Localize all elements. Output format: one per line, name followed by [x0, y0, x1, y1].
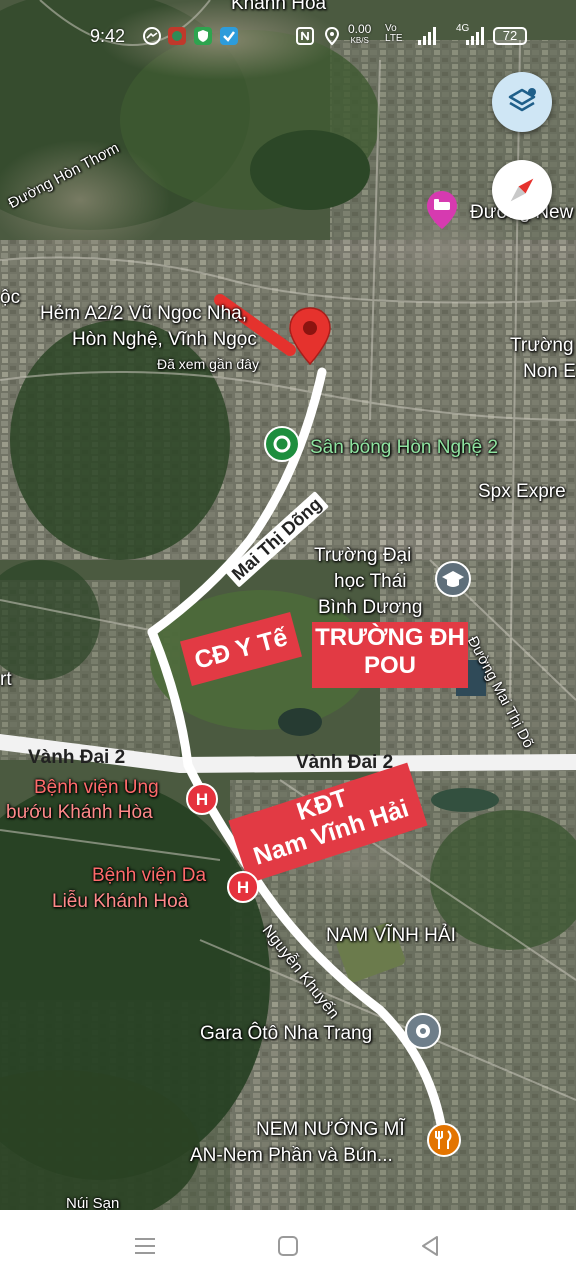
- place-label: rt: [0, 669, 12, 690]
- hospital-pin-icon[interactable]: H: [185, 782, 219, 816]
- banner-truong-dh-pou: TRƯỜNG ĐH POU: [312, 622, 468, 688]
- check-app-icon: [220, 27, 238, 45]
- place-label: Liễu Khánh Hoà: [52, 891, 189, 912]
- selected-place-line2: Hòn Nghệ, Vĩnh Ngọc: [72, 329, 257, 350]
- car-service-pin-icon[interactable]: [404, 1012, 442, 1050]
- recently-viewed-label: Đã xem gần đây: [157, 356, 259, 372]
- place-label: Bệnh viện Ung: [34, 777, 159, 798]
- battery-icon: 72: [493, 27, 527, 45]
- app-badge-icon: [168, 27, 186, 45]
- place-label: Bình Dương: [318, 597, 423, 618]
- red-location-pin-icon[interactable]: [287, 306, 333, 366]
- svg-text:H: H: [237, 878, 249, 897]
- place-label: AN-Nem Phần và Bún...: [190, 1145, 393, 1166]
- signal-strength-icon: [466, 27, 484, 45]
- compass-button[interactable]: [492, 160, 552, 220]
- place-label: Trường Đại: [314, 545, 412, 566]
- volte-label: Vo LTE: [385, 23, 403, 44]
- back-icon[interactable]: [416, 1232, 444, 1260]
- shield-icon: [194, 27, 212, 45]
- hospital-pin-icon[interactable]: H: [226, 870, 260, 904]
- banner-text: TRƯỜNG ĐH: [315, 624, 465, 651]
- system-nav-bar: [0, 1210, 576, 1280]
- signal-strength-icon: [418, 27, 436, 45]
- place-label: NAM VĨNH HẢI: [326, 925, 456, 946]
- nfc-icon: [296, 27, 314, 45]
- status-time: 9:42: [90, 26, 126, 46]
- hotel-pin-icon[interactable]: [425, 190, 459, 230]
- place-label: Spx Expre: [478, 481, 566, 502]
- place-label: bướu Khánh Hòa: [6, 802, 153, 823]
- selected-place-line1: Hẻm A2/2 Vũ Ngọc Nhạ,: [40, 303, 247, 324]
- banner-text: POU: [363, 651, 416, 679]
- stadium-pin-icon[interactable]: [263, 425, 301, 463]
- place-label: NEM NƯỚNG MĨ: [256, 1119, 405, 1140]
- san-bong-label: Sân bóng Hòn Nghệ 2: [310, 437, 499, 458]
- messenger-icon: [143, 27, 161, 45]
- net-speed-value: 0.00: [348, 22, 372, 36]
- status-bar: 9:42 0.00 KB/S Vo LTE 4G 72: [0, 18, 576, 54]
- restaurant-pin-icon[interactable]: [426, 1122, 462, 1158]
- place-label: Núi Sạn: [66, 1195, 120, 1210]
- menu-icon[interactable]: [131, 1232, 159, 1260]
- place-label: Non E: [523, 361, 576, 382]
- net-speed: 0.00 KB/S: [348, 22, 372, 46]
- map-view[interactable]: Khánh Hòa Đường Hòn Thơm ộc Đường New Tr…: [0, 0, 576, 1210]
- place-label: ộc: [0, 287, 21, 308]
- svg-text:H: H: [196, 790, 208, 809]
- layers-icon: [508, 88, 536, 112]
- net-speed-unit: KB/S: [350, 36, 369, 45]
- place-label: Bệnh viện Da: [92, 865, 207, 886]
- place-label: Gara Ôtô Nha Trang: [200, 1023, 373, 1044]
- road-label-vanh-dai-2-left: Vành Đai 2: [28, 747, 126, 768]
- place-label: học Thái: [334, 571, 407, 592]
- location-icon: [324, 26, 340, 46]
- home-icon[interactable]: [274, 1232, 302, 1260]
- place-label: Khánh Hòa: [231, 0, 327, 14]
- school-pin-icon[interactable]: [434, 560, 472, 598]
- place-label: Trường: [510, 335, 574, 356]
- layers-button[interactable]: [492, 72, 552, 132]
- compass-icon: [510, 178, 534, 202]
